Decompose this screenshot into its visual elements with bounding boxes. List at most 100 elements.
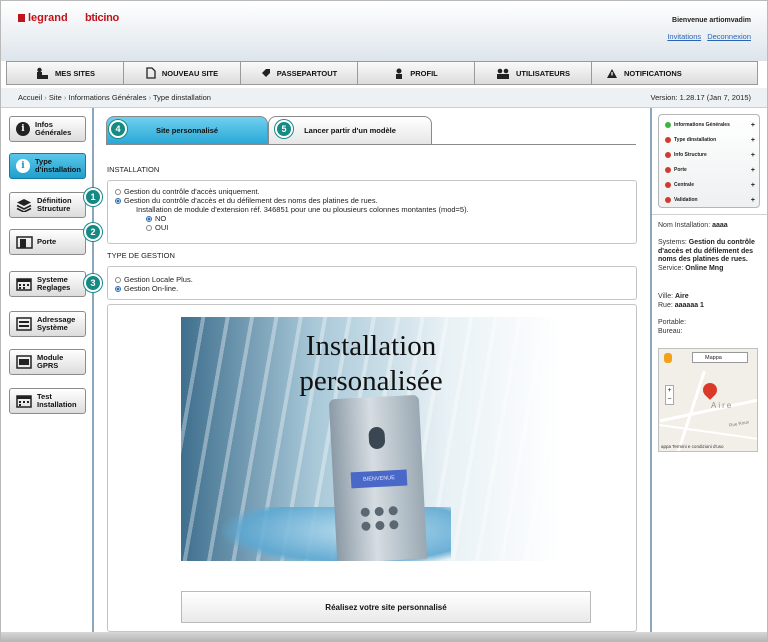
sidebar-item-type-installation[interactable]: i Type d'installation bbox=[9, 153, 86, 179]
gestion-option-online[interactable]: Gestion On-line. bbox=[115, 284, 178, 293]
radio-button[interactable] bbox=[146, 224, 152, 231]
status-dot-icon bbox=[665, 167, 671, 173]
address-icon bbox=[16, 317, 32, 331]
installation-systems: Systems: Gestion du contrôle d'accès et … bbox=[658, 239, 755, 272]
calendar-icon bbox=[16, 395, 32, 408]
invitations-link[interactable]: Invitations bbox=[667, 32, 701, 41]
tag-icon bbox=[261, 69, 270, 77]
nav-utilisateurs[interactable]: UTILISATEURS bbox=[475, 62, 592, 84]
module-option-oui[interactable]: OUI bbox=[146, 223, 168, 232]
street-view-icon[interactable] bbox=[664, 353, 672, 363]
map-street-label: Rue Roux bbox=[728, 419, 750, 428]
tab-site-personnalise[interactable]: Site personnalisé bbox=[106, 116, 268, 144]
status-item-structure[interactable]: Info Structure + bbox=[665, 150, 755, 160]
map-pin-icon bbox=[700, 380, 720, 400]
header: legrand bticino Bienvenue artiomvadim In… bbox=[1, 1, 767, 61]
intercom-panel-image: BIENVENUE bbox=[328, 394, 428, 561]
installation-phones: Portable: Bureau: bbox=[658, 319, 687, 335]
status-dot-icon bbox=[665, 182, 671, 188]
module-icon bbox=[16, 355, 32, 369]
map-footer[interactable]: appa Termini e condizioni d'uso bbox=[661, 444, 724, 449]
callout-5: 5 bbox=[275, 120, 293, 138]
gestion-option-locale[interactable]: Gestion Locale Plus. bbox=[115, 275, 193, 284]
sidebar-item-definition-structure[interactable]: Définition Structure bbox=[9, 192, 86, 218]
sidebar-item-test-installation[interactable]: Test Installation bbox=[9, 388, 86, 414]
main-nav: MES SITES NOUVEAU SITE PASSEPARTOUT PROF… bbox=[6, 61, 758, 85]
sidebar-item-porte[interactable]: Porte bbox=[9, 229, 86, 255]
map-type-select[interactable]: Mappa bbox=[692, 352, 748, 363]
radio-button[interactable] bbox=[115, 188, 121, 195]
layers-icon bbox=[16, 199, 32, 212]
welcome-text: Bienvenue artiomvadim bbox=[672, 17, 751, 24]
create-site-button[interactable]: Réalisez votre site personnalisé bbox=[181, 591, 591, 623]
status-dot-icon bbox=[665, 152, 671, 158]
building-icon bbox=[36, 67, 48, 79]
status-dot-icon bbox=[665, 137, 671, 143]
nav-profil[interactable]: PROFIL bbox=[358, 62, 475, 84]
breadcrumb-site[interactable]: Site bbox=[49, 93, 62, 102]
callout-1: 1 bbox=[84, 188, 102, 206]
status-item-type[interactable]: Type dinstallation + bbox=[665, 135, 755, 145]
status-item-infos[interactable]: Informations Générales + bbox=[665, 120, 755, 130]
breadcrumb-infos[interactable]: Informations Générales bbox=[69, 93, 147, 102]
main-panel: Site personnalisé Lancer partir d'un mod… bbox=[94, 108, 650, 632]
bticino-logo[interactable]: bticino bbox=[85, 12, 119, 24]
map-city-label: Aire bbox=[711, 401, 734, 410]
status-panel: Informations Générales + Type dinstallati… bbox=[658, 114, 760, 208]
radio-button[interactable] bbox=[115, 197, 121, 204]
warning-icon bbox=[607, 68, 617, 78]
installation-box: Gestion du contrôle d'accès uniquement. … bbox=[107, 180, 637, 244]
sidebar-item-infos-generales[interactable]: i Infos Générales bbox=[9, 116, 86, 142]
installation-option-2[interactable]: Gestion du contrôle d'accès et du défile… bbox=[115, 196, 378, 205]
status-item-porte[interactable]: Porte + bbox=[665, 165, 755, 175]
nav-mes-sites[interactable]: MES SITES bbox=[7, 62, 124, 84]
sidebar-item-adressage-systeme[interactable]: Adressage Système bbox=[9, 311, 86, 337]
header-links: Invitations Deconnexion bbox=[663, 32, 751, 41]
gestion-section-title: TYPE DE GESTION bbox=[107, 251, 175, 260]
status-item-centrale[interactable]: Centrale + bbox=[665, 180, 755, 190]
breadcrumb-type: Type dinstallation bbox=[153, 93, 211, 102]
door-icon bbox=[16, 236, 33, 249]
bottom-bar bbox=[1, 632, 767, 641]
nav-nouveau-site[interactable]: NOUVEAU SITE bbox=[124, 62, 241, 84]
info-icon: i bbox=[16, 159, 30, 173]
installation-name: Nom Installation: aaaa bbox=[658, 222, 728, 229]
callout-2: 2 bbox=[84, 223, 102, 241]
version-text: Version: 1.28.17 (Jan 7, 2015) bbox=[650, 93, 752, 102]
status-dot-icon bbox=[665, 122, 671, 128]
installation-option-1[interactable]: Gestion du contrôle d'accès uniquement. bbox=[115, 187, 260, 196]
module-extension-text: Installation de module d'extension réf. … bbox=[136, 205, 469, 214]
location-map[interactable]: Mappa + − Aire Rue Roux appa Termini e co… bbox=[658, 348, 758, 452]
status-dot-icon bbox=[665, 197, 671, 203]
promo-container: BIENVENUE Installation personalisée Réali… bbox=[107, 304, 637, 632]
callout-4: 4 bbox=[109, 120, 127, 138]
sidebar-item-systeme-reglages[interactable]: Systeme Reglages bbox=[9, 271, 86, 297]
module-option-no[interactable]: NO bbox=[146, 214, 166, 223]
promo-title: Installation personalisée bbox=[299, 330, 443, 397]
deconnexion-link[interactable]: Deconnexion bbox=[707, 32, 751, 41]
status-item-validation[interactable]: Validation + bbox=[665, 195, 755, 205]
gestion-box: Gestion Locale Plus. Gestion On-line. bbox=[107, 266, 637, 300]
installation-address: Ville: Aire Rue: aaaaaa 1 bbox=[658, 293, 704, 309]
users-icon bbox=[496, 68, 509, 79]
promo-image: BIENVENUE Installation personalisée bbox=[181, 317, 561, 561]
nav-notifications[interactable]: NOTIFICATIONS bbox=[592, 62, 757, 84]
installation-section-title: INSTALLATION bbox=[107, 165, 160, 174]
nav-passepartout[interactable]: PASSEPARTOUT bbox=[241, 62, 358, 84]
callout-3: 3 bbox=[84, 274, 102, 292]
legrand-logo[interactable]: legrand bbox=[18, 12, 68, 24]
radio-button[interactable] bbox=[146, 215, 152, 222]
radio-button[interactable] bbox=[115, 276, 121, 283]
breadcrumb: Accueil › Site › Informations Générales … bbox=[18, 93, 211, 102]
zoom-control[interactable]: + − bbox=[665, 385, 674, 405]
calendar-icon bbox=[16, 278, 32, 291]
content-area: i Infos Générales i Type d'installation Dé… bbox=[1, 108, 767, 632]
info-icon: i bbox=[16, 122, 30, 136]
app-window: legrand bticino Bienvenue artiomvadim In… bbox=[0, 0, 768, 642]
right-sidebar: Informations Générales + Type dinstallati… bbox=[650, 108, 767, 632]
user-icon bbox=[396, 68, 403, 79]
sidebar-item-module-gprs[interactable]: Module GPRS bbox=[9, 349, 86, 375]
breadcrumb-accueil[interactable]: Accueil bbox=[18, 93, 42, 102]
radio-button[interactable] bbox=[115, 285, 121, 292]
breadcrumb-bar: Accueil › Site › Informations Générales … bbox=[1, 88, 767, 108]
